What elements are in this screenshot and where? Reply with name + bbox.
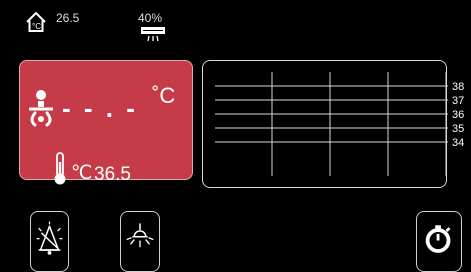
alarm-bell-icon <box>36 221 63 255</box>
y-tick-label: 38 <box>452 81 464 93</box>
baby-temperature-value: - - . - <box>62 93 138 123</box>
humidity-value: 40% <box>138 11 163 25</box>
svg-text:°C: °C <box>32 22 41 31</box>
light-button[interactable] <box>120 211 160 272</box>
alarm-button[interactable] <box>30 211 69 272</box>
timer-button[interactable] <box>416 211 462 272</box>
y-tick-label: 35 <box>452 123 464 135</box>
baby-temperature-unit: ˚C <box>152 83 176 108</box>
home-thermometer-icon: °C <box>26 12 46 32</box>
y-tick-label: 36 <box>452 109 464 121</box>
timer-icon <box>425 225 451 253</box>
thermometer-icon <box>54 152 66 185</box>
temperature-trend-chart: 38 37 36 35 34 <box>215 72 464 176</box>
y-tick-label: 37 <box>452 95 464 107</box>
skin-temperature-unit: ℃ <box>71 163 93 184</box>
room-temperature: 26.5 <box>56 11 80 25</box>
lamp-icon <box>126 223 154 248</box>
baby-icon <box>29 90 53 127</box>
y-tick-label: 34 <box>452 137 464 149</box>
skin-temperature-value: 36.5 <box>94 164 131 185</box>
humidifier-icon <box>141 27 165 42</box>
